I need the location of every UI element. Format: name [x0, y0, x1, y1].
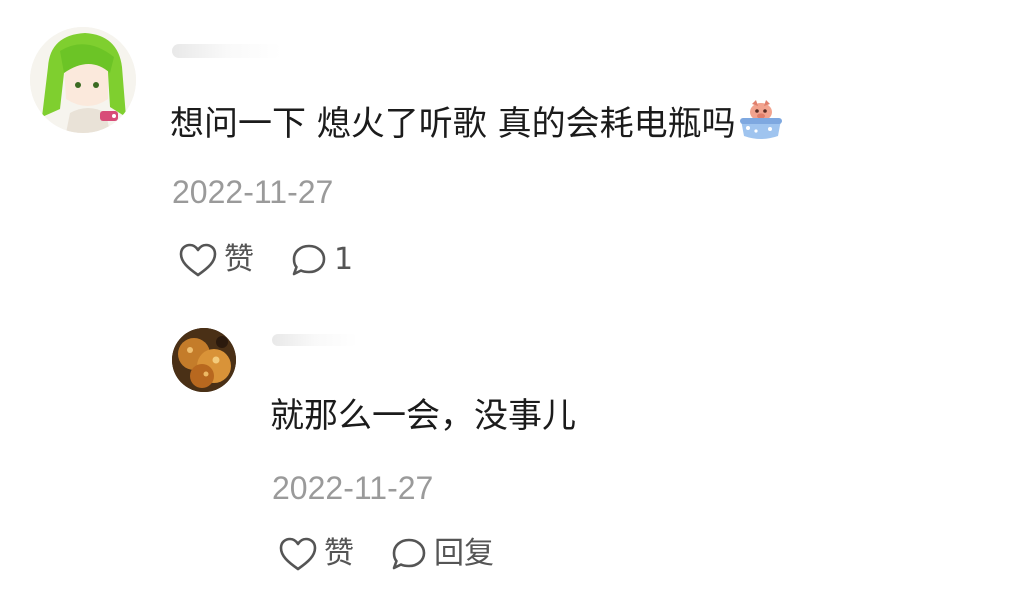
- comment-date: 2022-11-27: [272, 470, 434, 506]
- comment-date: 2022-11-27: [172, 174, 334, 210]
- like-label: 赞: [224, 242, 254, 277]
- reply-label: 回复: [434, 536, 494, 571]
- comment-reply: 就那么一会，没事儿 2022-11-27 赞 回复: [0, 300, 1024, 592]
- heart-icon: [179, 243, 217, 277]
- like-button[interactable]: 赞: [178, 240, 254, 280]
- avatar[interactable]: [30, 27, 136, 133]
- username-blurred[interactable]: [272, 334, 358, 346]
- speech-bubble-icon: [292, 244, 326, 276]
- comment-text-content: 就那么一会，没事儿: [270, 396, 576, 436]
- pig-in-bathtub-emoji-icon: [738, 98, 784, 153]
- fried-food-avatar-icon: [172, 328, 236, 392]
- speech-bubble-icon: [392, 538, 426, 570]
- comment-text: 想问一下 熄火了听歌 真的会耗电瓶吗: [170, 98, 784, 153]
- comment-actions: 赞 1: [178, 240, 353, 280]
- anime-girl-avatar-icon: [30, 27, 136, 133]
- comment-top: 想问一下 熄火了听歌 真的会耗电瓶吗 2022-11-27 赞 1: [0, 0, 1024, 300]
- reply-count: 1: [334, 242, 354, 277]
- like-label: 赞: [324, 536, 354, 571]
- like-button[interactable]: 赞: [278, 534, 354, 574]
- reply-button[interactable]: 回复: [390, 534, 494, 574]
- heart-icon: [279, 537, 317, 571]
- comment-text: 就那么一会，没事儿: [270, 394, 576, 438]
- avatar[interactable]: [172, 328, 236, 392]
- username-blurred[interactable]: [172, 44, 282, 58]
- reply-count-button[interactable]: 1: [290, 240, 353, 280]
- comment-text-content: 想问一下 熄火了听歌 真的会耗电瓶吗: [170, 104, 736, 144]
- comment-actions: 赞 回复: [278, 534, 494, 574]
